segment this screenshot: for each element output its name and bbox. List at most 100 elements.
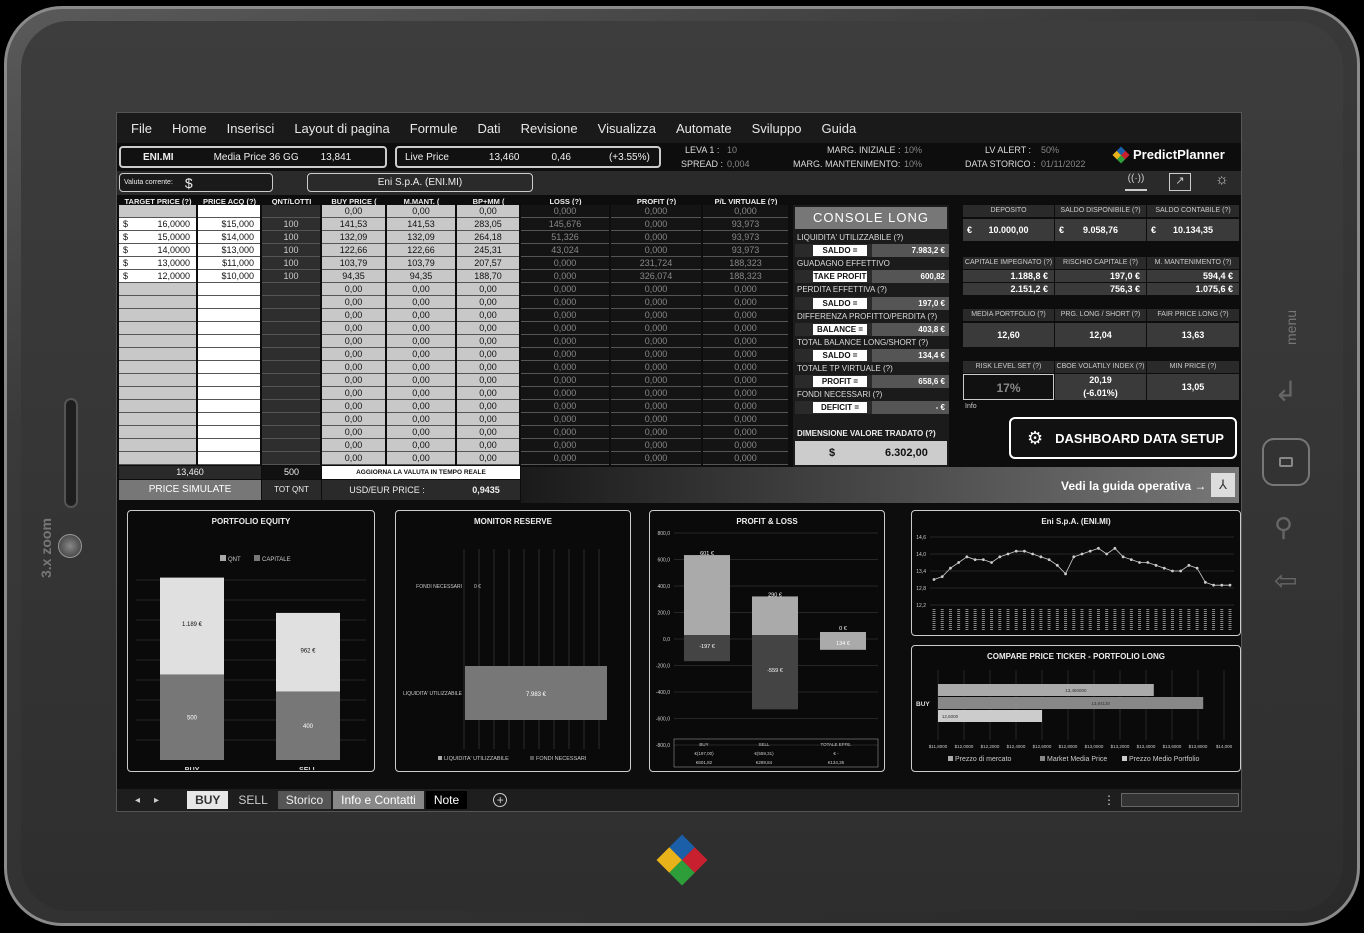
table-cell[interactable] bbox=[198, 426, 260, 439]
menu-item-revisione[interactable]: Revisione bbox=[521, 121, 578, 136]
back-icon[interactable]: ↲ bbox=[1274, 375, 1297, 408]
table-cell[interactable] bbox=[119, 387, 196, 400]
table-cell[interactable]: $10,000 bbox=[198, 270, 260, 283]
table-cell[interactable] bbox=[262, 283, 320, 296]
menu-item-guida[interactable]: Guida bbox=[821, 121, 856, 136]
menu-item-inserisci[interactable]: Inserisci bbox=[227, 121, 275, 136]
tab-info-e-contatti[interactable]: Info e Contatti bbox=[333, 791, 424, 809]
table-cell[interactable] bbox=[262, 452, 320, 465]
table-cell[interactable]: 100 bbox=[262, 270, 320, 283]
table-cell[interactable] bbox=[262, 400, 320, 413]
table-cell[interactable] bbox=[198, 374, 260, 387]
table-cell[interactable] bbox=[119, 374, 196, 387]
table-cell[interactable]: 15,0000 $ bbox=[119, 231, 196, 244]
table-cell[interactable] bbox=[198, 309, 260, 322]
table-cell[interactable] bbox=[262, 374, 320, 387]
menu-item-dati[interactable]: Dati bbox=[477, 121, 500, 136]
chart-icon[interactable]: ↗ bbox=[1169, 173, 1191, 191]
tab-prev-icon[interactable]: ◂ bbox=[135, 795, 140, 806]
table-cell[interactable] bbox=[198, 296, 260, 309]
table-cell[interactable] bbox=[198, 322, 260, 335]
menu-item-formule[interactable]: Formule bbox=[410, 121, 458, 136]
table-cell[interactable] bbox=[198, 335, 260, 348]
table-cell[interactable] bbox=[262, 205, 320, 218]
table-cell[interactable]: 100 bbox=[262, 218, 320, 231]
table-cell[interactable] bbox=[119, 322, 196, 335]
search-icon[interactable]: ⚲ bbox=[1274, 512, 1293, 543]
tab-sell[interactable]: SELL bbox=[230, 791, 276, 809]
lightbulb-icon[interactable]: ☼ bbox=[1215, 171, 1229, 188]
table-cell[interactable]: 100 bbox=[262, 244, 320, 257]
table-cell[interactable] bbox=[262, 426, 320, 439]
table-cell[interactable] bbox=[119, 426, 196, 439]
tab-buy[interactable]: BUY bbox=[187, 791, 229, 809]
table-cell[interactable]: 100 bbox=[262, 231, 320, 244]
menu-item-layout-di-pagina[interactable]: Layout di pagina bbox=[294, 121, 389, 136]
table-cell[interactable] bbox=[262, 387, 320, 400]
table-cell[interactable] bbox=[119, 348, 196, 361]
pdf-icon[interactable]: ⅄ bbox=[1211, 473, 1235, 497]
table-cell[interactable]: 12,0000 $ bbox=[119, 270, 196, 283]
menu-item-visualizza[interactable]: Visualizza bbox=[598, 121, 656, 136]
menu-item-sviluppo[interactable]: Sviluppo bbox=[752, 121, 802, 136]
back-arrow-icon[interactable]: ⇦ bbox=[1274, 564, 1297, 597]
table-cell[interactable] bbox=[198, 439, 260, 452]
table-cell[interactable] bbox=[198, 400, 260, 413]
more-icon[interactable]: ⋮ bbox=[1103, 793, 1115, 807]
menu-item-automate[interactable]: Automate bbox=[676, 121, 732, 136]
spread-value: 0,004 bbox=[727, 159, 750, 169]
table-cell[interactable] bbox=[198, 387, 260, 400]
add-sheet-icon[interactable]: + bbox=[493, 793, 508, 807]
menu-item-home[interactable]: Home bbox=[172, 121, 207, 136]
update-rate-button[interactable]: AGGIORNA LA VALUTA IN TEMPO REALE bbox=[322, 466, 520, 479]
table-cell[interactable]: $15,000 bbox=[198, 218, 260, 231]
table-cell[interactable] bbox=[119, 335, 196, 348]
table-cell[interactable] bbox=[119, 309, 196, 322]
table-cell[interactable]: 13,0000 $ bbox=[119, 257, 196, 270]
table-cell[interactable] bbox=[119, 296, 196, 309]
table-cell: 0,000 bbox=[703, 361, 788, 374]
price-simulate-button[interactable]: PRICE SIMULATE bbox=[119, 480, 261, 500]
table-cell[interactable] bbox=[262, 439, 320, 452]
table-cell[interactable] bbox=[198, 361, 260, 374]
table-cell[interactable]: 100 bbox=[262, 257, 320, 270]
horizontal-scrollbar[interactable] bbox=[1121, 793, 1239, 807]
table-cell[interactable] bbox=[198, 413, 260, 426]
table-cell[interactable] bbox=[119, 452, 196, 465]
table-cell[interactable] bbox=[198, 205, 260, 218]
table-cell[interactable] bbox=[198, 348, 260, 361]
risk-level-input[interactable]: 17% bbox=[963, 374, 1054, 400]
table-cell[interactable]: $11,000 bbox=[198, 257, 260, 270]
table-cell[interactable] bbox=[198, 452, 260, 465]
table-cell[interactable]: 16,0000 $ bbox=[119, 218, 196, 231]
console-row: SALDO = 7.983,2 € bbox=[795, 244, 949, 258]
table-cell[interactable] bbox=[262, 348, 320, 361]
dashboard-button[interactable]: ⚙ DASHBOARD DATA SETUP bbox=[1009, 417, 1237, 459]
console-value: 658,6 € bbox=[918, 377, 945, 387]
table-cell[interactable]: $14,000 bbox=[198, 231, 260, 244]
table-cell[interactable] bbox=[119, 361, 196, 374]
tab-note[interactable]: Note bbox=[425, 791, 468, 809]
table-cell[interactable] bbox=[119, 439, 196, 452]
network-icon[interactable]: ((·)) bbox=[1125, 173, 1147, 191]
x-tick: $12,8000 bbox=[1059, 744, 1078, 749]
table-cell[interactable] bbox=[262, 413, 320, 426]
table-cell[interactable] bbox=[119, 205, 196, 218]
valuta-box[interactable]: Valuta corrente: $ bbox=[119, 173, 273, 192]
table-cell: 0,00 bbox=[387, 361, 455, 374]
menu-item-file[interactable]: File bbox=[131, 121, 152, 136]
table-cell[interactable] bbox=[119, 283, 196, 296]
tab-next-icon[interactable]: ▸ bbox=[154, 795, 159, 806]
table-cell[interactable] bbox=[262, 309, 320, 322]
tab-storico[interactable]: Storico bbox=[277, 791, 332, 809]
table-cell[interactable] bbox=[262, 361, 320, 374]
table-cell[interactable] bbox=[262, 335, 320, 348]
table-cell[interactable]: 14,0000 $ bbox=[119, 244, 196, 257]
table-cell[interactable] bbox=[119, 400, 196, 413]
table-cell[interactable] bbox=[119, 413, 196, 426]
table-cell[interactable] bbox=[198, 283, 260, 296]
table-cell[interactable] bbox=[262, 322, 320, 335]
home-button[interactable] bbox=[1262, 438, 1310, 486]
table-cell[interactable]: $13,000 bbox=[198, 244, 260, 257]
table-cell[interactable] bbox=[262, 296, 320, 309]
